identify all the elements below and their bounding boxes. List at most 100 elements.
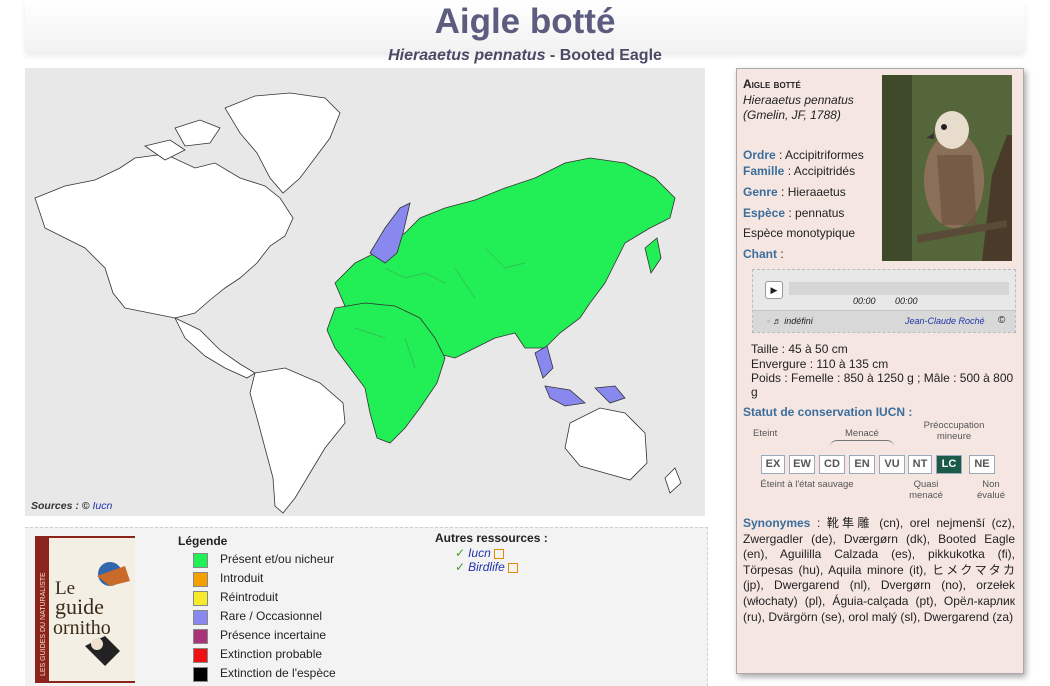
genre-row: Genre : Hieraaetus <box>743 185 846 199</box>
ordre-value: : Accipitriformes <box>779 148 864 162</box>
synonymes-label: Synonymes <box>743 516 811 530</box>
legend-label: Rare / Occasionnel <box>220 609 323 623</box>
iucn-nt: NT <box>908 455 932 474</box>
famille-row: Famille : Accipitridés <box>743 164 855 178</box>
genre-label: Genre <box>743 185 778 199</box>
taille-text: Taille : 45 à 50 cm <box>751 342 848 356</box>
ordre-row: Ordre : Accipitriformes <box>743 148 864 162</box>
poids-text: Poids : Femelle : 850 à 1250 g ; Mâle : … <box>751 371 1014 399</box>
map-greenland <box>224 92 341 194</box>
synonymes-text: : 靴隼雕 (cn), orel nejmenší (cz), Zwergadl… <box>743 516 1015 624</box>
legend-swatch <box>193 610 208 625</box>
famille-value: : Accipitridés <box>787 164 856 178</box>
iucn-eteint-label: Eteint <box>753 428 778 439</box>
iucn-lc-selected: LC <box>936 455 962 474</box>
audio-current-time: 00:00 <box>853 296 876 306</box>
iucn-eteint-sauvage-label: Éteint à l'état sauvage <box>760 479 854 490</box>
check-icon: ✓ <box>455 546 466 560</box>
resource-link-iucn-label[interactable]: Iucn <box>468 546 491 560</box>
distribution-map <box>25 68 705 516</box>
espece-label: Espèce <box>743 206 786 220</box>
resource-link-birdlife[interactable]: ✓ Birdlife <box>455 560 518 574</box>
legend-swatch <box>193 667 208 682</box>
iucn-en: EN <box>849 455 875 474</box>
iucn-ew: EW <box>789 455 815 474</box>
map-south-america <box>249 367 346 514</box>
audio-author: Jean-Claude Roché <box>905 316 985 326</box>
sources-label: Sources : © <box>31 500 90 512</box>
audio-player: ▶ 00:00 00:00 ◦ ♬ indéfini Jean-Claude R… <box>752 269 1016 333</box>
chant-row: Chant : <box>743 247 784 261</box>
world-map <box>34 92 682 514</box>
map-australia <box>564 407 648 481</box>
map-sources: Sources : © Iucn <box>31 500 112 512</box>
subtitle-scientific-name: Hieraaetus pennatus <box>388 47 546 64</box>
card-scientific-name: Hieraaetus pennatus <box>743 93 854 107</box>
map-southeast-asia <box>534 345 554 379</box>
chant-value: : <box>780 247 784 261</box>
audio-info-bar: ◦ ♬ indéfini Jean-Claude Roché © <box>753 310 1015 332</box>
monotypique-text: Espèce monotypique <box>743 226 856 240</box>
sources-iucn-link[interactable]: Iucn <box>92 500 112 512</box>
iucn-cd: CD <box>819 455 845 474</box>
iucn-non-evalue-label: Non évalué <box>977 479 1005 501</box>
legend-swatch <box>193 591 208 606</box>
synonymes-block: Synonymes : 靴隼雕 (cn), orel nejmenší (cz)… <box>743 516 1015 625</box>
legend-label: Extinction probable <box>220 647 323 661</box>
book-cover-image[interactable]: Le guide ornitho LES GUIDES DU NATURALIS… <box>35 536 135 683</box>
map-central-america <box>174 317 256 379</box>
legend-swatch <box>193 572 208 587</box>
audio-total-time: 00:00 <box>895 296 918 306</box>
legend-swatch <box>193 629 208 644</box>
species-card: Aigle botté Hieraaetus pennatus (Gmelin,… <box>736 68 1024 674</box>
external-link-icon <box>507 562 518 573</box>
resource-link-iucn[interactable]: ✓ Iucn <box>455 546 504 560</box>
map-north-america <box>34 153 294 319</box>
espece-row: Espèce : pennatus <box>743 206 844 220</box>
genre-value: : Hieraaetus <box>781 185 846 199</box>
legend-label: Extinction de l'espèce <box>220 666 336 680</box>
resources-title: Autres ressources : <box>435 531 548 545</box>
page-header: Aigle botté <box>25 0 1025 52</box>
audio-track-name: ♬ indéfini <box>772 316 813 326</box>
book-spine-text: LES GUIDES DU NATURALISTE <box>40 572 47 676</box>
legend-label: Introduit <box>220 571 264 585</box>
resource-link-birdlife-label[interactable]: Birdlife <box>468 560 505 574</box>
check-icon: ✓ <box>455 560 466 574</box>
statut-label: Statut de conservation IUCN : <box>743 405 913 419</box>
iucn-quasi-label: Quasi menacé <box>909 479 943 501</box>
iucn-ne: NE <box>969 455 995 474</box>
iucn-menace-brace <box>830 440 894 447</box>
audio-track-label: ◦ ♬ indéfini <box>767 316 813 326</box>
external-link-icon <box>493 548 504 559</box>
iucn-preoccupation-label: Préoccupation mineure <box>923 420 985 442</box>
ordre-label: Ordre <box>743 148 776 162</box>
card-author: (Gmelin, JF, 1788) <box>743 108 841 122</box>
page-subtitle: Hieraaetus pennatus - Booted Eagle <box>0 47 1050 65</box>
subtitle-common-name: Booted Eagle <box>559 47 662 64</box>
iucn-ex: EX <box>761 455 785 474</box>
book-cover-art: Le guide ornitho LES GUIDES DU NATURALIS… <box>35 536 135 683</box>
legend-swatch <box>193 553 208 568</box>
iucn-menace-label: Menacé <box>845 428 879 439</box>
book-title-line2: guide <box>55 594 104 619</box>
legend-title: Légende <box>178 534 228 548</box>
subtitle-separator: - <box>545 47 560 64</box>
iucn-vu: VU <box>879 455 905 474</box>
espece-value: : pennatus <box>788 206 845 220</box>
bird-photo[interactable] <box>882 75 1012 261</box>
legend-label: Présent et/ou nicheur <box>220 552 335 566</box>
famille-label: Famille <box>743 164 785 178</box>
chant-label: Chant <box>743 247 777 261</box>
bird-photo-art <box>882 75 1012 261</box>
card-bird-name: Aigle botté <box>743 77 801 91</box>
play-button[interactable]: ▶ <box>765 281 783 299</box>
legend-label: Réintroduit <box>220 590 279 604</box>
bottom-panel: Le guide ornitho LES GUIDES DU NATURALIS… <box>25 527 708 686</box>
envergure-text: Envergure : 110 à 135 cm <box>751 357 889 371</box>
copyright-icon: © <box>998 315 1006 326</box>
legend-swatch <box>193 648 208 663</box>
legend-label: Présence incertaine <box>220 628 327 642</box>
audio-progress-bar[interactable] <box>789 282 1009 295</box>
page-title: Aigle botté <box>434 2 616 41</box>
